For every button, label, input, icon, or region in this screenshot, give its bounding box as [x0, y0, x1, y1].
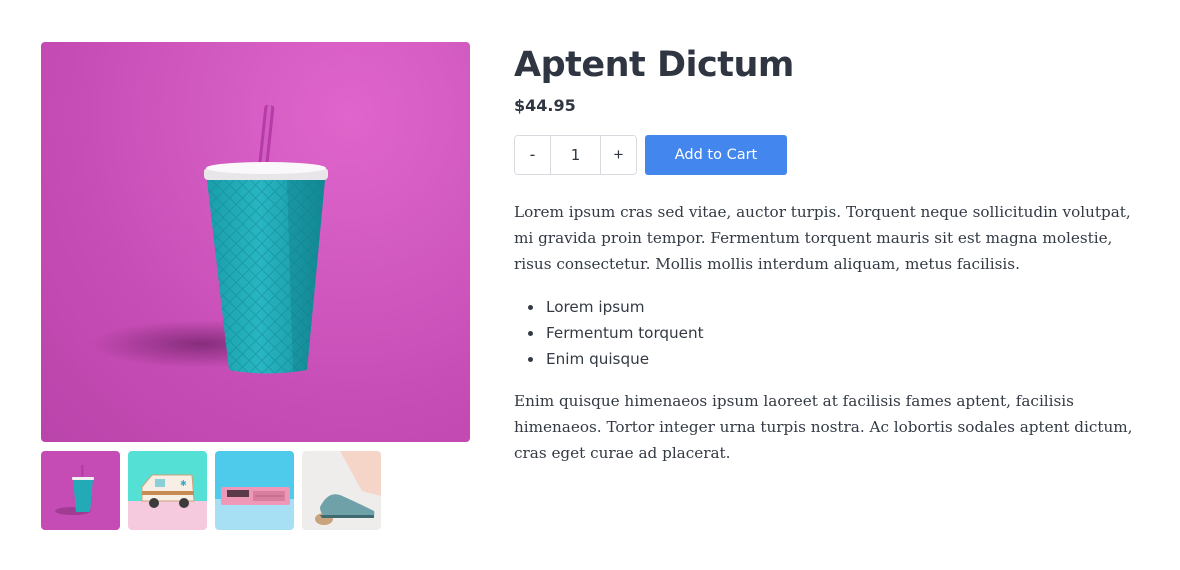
feature-label: Enim quisque: [546, 350, 650, 368]
bullet-icon: [528, 331, 533, 336]
thumbnail-strip: ✱: [41, 451, 470, 530]
thumbnail-ambulance[interactable]: ✱: [128, 451, 207, 530]
feature-label: Fermentum torquent: [546, 324, 704, 342]
product-gallery: ✱: [41, 42, 470, 530]
svg-text:✱: ✱: [180, 479, 187, 488]
quantity-input[interactable]: [550, 136, 601, 174]
cart-controls: - + Add to Cart: [514, 135, 1144, 175]
add-to-cart-button[interactable]: Add to Cart: [645, 135, 787, 175]
main-product-image: [41, 42, 470, 442]
increment-button[interactable]: +: [601, 136, 636, 174]
product-details: Aptent Dictum $44.95 - + Add to Cart Lor…: [514, 42, 1144, 466]
feature-item: Enim quisque: [514, 346, 1144, 372]
quantity-stepper: - +: [514, 135, 637, 175]
feature-list: Lorem ipsum Fermentum torquent Enim quis…: [514, 294, 1144, 372]
bullet-icon: [528, 305, 533, 310]
thumbnail-cup[interactable]: [41, 451, 120, 530]
feature-item: Lorem ipsum: [514, 294, 1144, 320]
product-price: $44.95: [514, 96, 576, 115]
bullet-icon: [528, 357, 533, 362]
decrement-button[interactable]: -: [515, 136, 550, 174]
feature-item: Fermentum torquent: [514, 320, 1144, 346]
thumbnail-shoe[interactable]: [302, 451, 381, 530]
feature-label: Lorem ipsum: [546, 298, 645, 316]
product-title: Aptent Dictum: [514, 45, 794, 85]
product-description-secondary: Enim quisque himenaeos ipsum laoreet at …: [514, 392, 1133, 462]
thumbnail-radio[interactable]: [215, 451, 294, 530]
product-description: Lorem ipsum cras sed vitae, auctor turpi…: [514, 203, 1131, 273]
